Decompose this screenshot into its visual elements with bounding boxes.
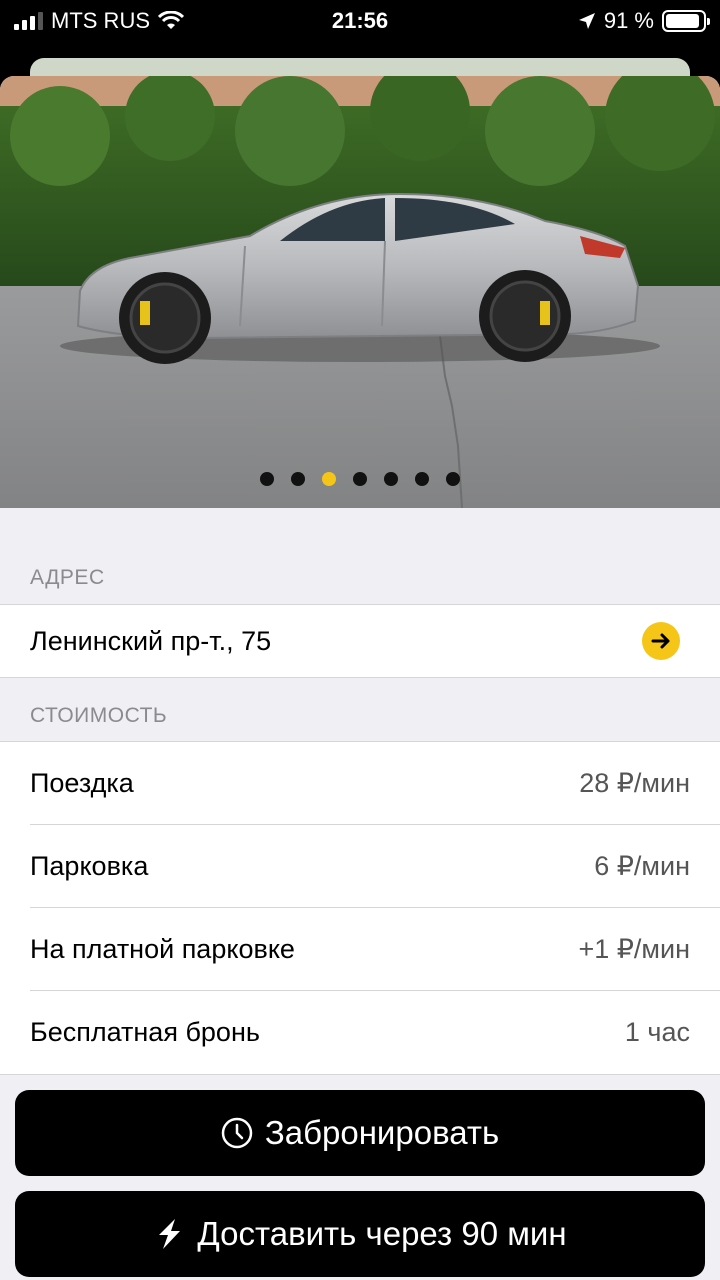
address-section-header: АДРЕС (30, 566, 105, 589)
status-bar: MTS RUS 21:56 91 % (0, 0, 720, 40)
price-row-ride: Поездка 28 ₽/мин (30, 742, 720, 825)
car-photo-gallery[interactable] (0, 76, 720, 508)
arrow-right-icon[interactable] (642, 622, 680, 660)
price-value: 6 ₽/мин (594, 850, 690, 881)
lightning-icon (153, 1217, 185, 1251)
deliver-button[interactable]: Доставить через 90 мин (15, 1191, 705, 1277)
clock-icon (221, 1117, 253, 1149)
gallery-dot[interactable] (384, 472, 398, 486)
gallery-dot[interactable] (291, 472, 305, 486)
price-row-free-booking: Бесплатная бронь 1 час (30, 991, 720, 1074)
price-label: На платной парковке (30, 933, 295, 964)
price-label: Поездка (30, 767, 134, 798)
gallery-page-indicator[interactable] (0, 472, 720, 486)
status-right-group: 91 % (578, 8, 710, 34)
price-label: Бесплатная бронь (30, 1017, 260, 1047)
price-group: Поездка 28 ₽/мин Парковка 6 ₽/мин На пла… (0, 741, 720, 1075)
car-details-card[interactable]: АДРЕС Ленинский пр-т., 75 СТОИМОСТЬ Поез… (0, 76, 720, 1280)
price-row-paid-parking: На платной парковке +1 ₽/мин (30, 908, 720, 991)
gallery-dot[interactable] (415, 472, 429, 486)
price-value: 1 час (624, 1017, 690, 1047)
gallery-dot[interactable] (260, 472, 274, 486)
gallery-dot[interactable] (353, 472, 367, 486)
price-row-parking: Парковка 6 ₽/мин (30, 825, 720, 908)
deliver-button-label: Доставить через 90 мин (197, 1215, 567, 1252)
book-button[interactable]: Забронировать (15, 1090, 705, 1176)
address-group: Ленинский пр-т., 75 (0, 604, 720, 678)
price-label: Парковка (30, 850, 149, 881)
address-row[interactable]: Ленинский пр-т., 75 (0, 605, 720, 677)
gallery-dot[interactable] (322, 472, 336, 486)
book-button-label: Забронировать (264, 1114, 500, 1151)
location-arrow-icon (578, 13, 595, 29)
price-value: +1 ₽/мин (578, 933, 690, 964)
battery-percent: 91 % (603, 8, 654, 33)
battery-icon (662, 10, 710, 32)
battery-level (666, 14, 699, 28)
price-value: 28 ₽/мин (579, 767, 690, 798)
price-section-header: СТОИМОСТЬ (30, 704, 168, 727)
address-text: Ленинский пр-т., 75 (30, 625, 272, 656)
gallery-dot[interactable] (446, 472, 460, 486)
car-photo (0, 76, 720, 508)
